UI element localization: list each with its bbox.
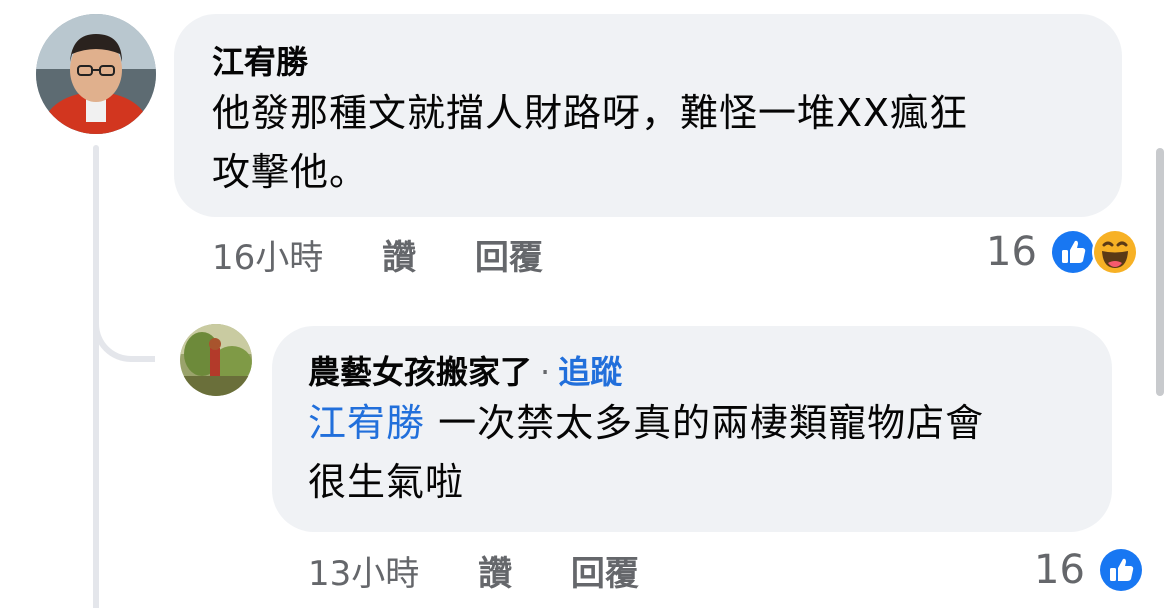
reply-button[interactable]: 回覆 xyxy=(475,238,543,278)
avatar[interactable] xyxy=(36,14,156,134)
like-button[interactable]: 讚 xyxy=(382,238,416,278)
haha-icon xyxy=(1091,228,1139,276)
person-photo-icon xyxy=(36,14,156,134)
comment-text-line: 他發那種文就擋人財路呀，難怪一堆XX瘋狂 xyxy=(212,91,969,135)
comment-text-fragment: 一次禁太多真的兩棲類寵物店會 xyxy=(438,401,985,445)
like-icon xyxy=(1049,228,1097,276)
follow-button[interactable]: 追蹤 xyxy=(558,353,622,391)
comment-text: 江宥勝 一次禁太多真的兩棲類寵物店會 很生氣啦 xyxy=(308,394,1076,512)
reaction-summary[interactable]: 16 xyxy=(986,228,1139,276)
comment-text-line: 攻擊他。 xyxy=(212,150,369,194)
comment-timestamp[interactable]: 16小時 xyxy=(212,238,323,278)
reply-connector-curve xyxy=(93,300,155,362)
comment-text-line: 很生氣啦 xyxy=(308,460,465,504)
landscape-photo-icon xyxy=(180,324,252,396)
comment-thread: 江宥勝 他發那種文就擋人財路呀，難怪一堆XX瘋狂 攻擊他。 16小時 讚 回覆 … xyxy=(0,0,1170,608)
comment-text-line: 江宥勝 一次禁太多真的兩棲類寵物店會 xyxy=(308,394,1076,453)
mention-link[interactable]: 江宥勝 xyxy=(308,401,425,445)
like-icon xyxy=(1097,546,1145,594)
reaction-summary[interactable]: 16 xyxy=(1034,546,1145,594)
thread-connector-line xyxy=(93,145,99,608)
scrollbar[interactable] xyxy=(1156,148,1164,396)
reply-bubble: 農藝女孩搬家了 · 追蹤 江宥勝 一次禁太多真的兩棲類寵物店會 很生氣啦 xyxy=(272,326,1112,532)
like-button[interactable]: 讚 xyxy=(478,554,512,594)
comment-text: 他發那種文就擋人財路呀，難怪一堆XX瘋狂 攻擊他。 xyxy=(212,84,1086,202)
comment-author[interactable]: 農藝女孩搬家了 xyxy=(308,353,532,391)
comment-author[interactable]: 江宥勝 xyxy=(212,40,1086,84)
reply-button[interactable]: 回覆 xyxy=(571,554,639,594)
comment-timestamp[interactable]: 13小時 xyxy=(308,554,419,594)
comment-bubble: 江宥勝 他發那種文就擋人財路呀，難怪一堆XX瘋狂 攻擊他。 xyxy=(174,14,1122,217)
avatar[interactable] xyxy=(180,324,252,396)
separator-dot: · xyxy=(540,353,551,391)
reply-author-line: 農藝女孩搬家了 · 追蹤 xyxy=(308,350,1076,394)
reaction-count: 16 xyxy=(1034,547,1085,593)
comment-meta: 16小時 讚 回覆 xyxy=(212,238,543,278)
comment-meta: 13小時 讚 回覆 xyxy=(308,554,639,594)
reaction-count: 16 xyxy=(986,229,1037,275)
